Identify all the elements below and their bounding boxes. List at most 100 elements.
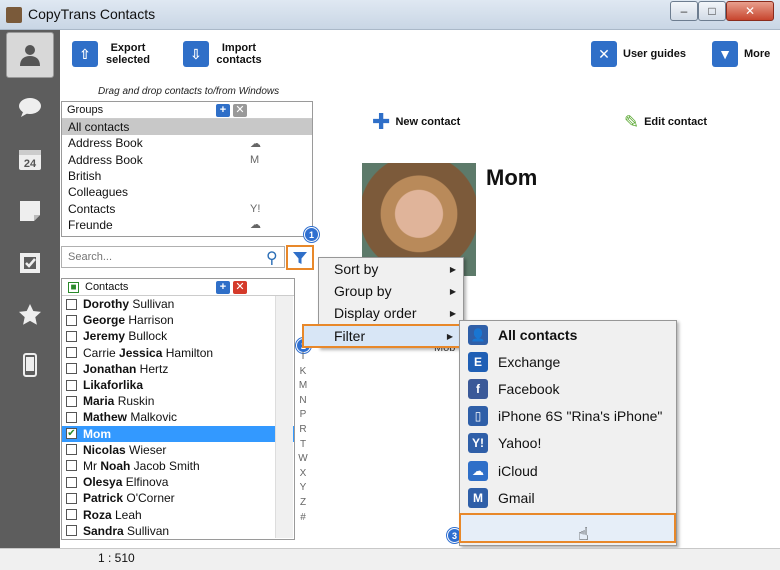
nav-calendar-button[interactable]: 24 (6, 136, 54, 182)
new-contact-button[interactable]: ✚ New contact (372, 111, 460, 133)
alphabet-letter[interactable]: Z (296, 496, 310, 511)
export-label: Export selected (105, 42, 151, 66)
group-item[interactable]: Colleagues (62, 184, 312, 200)
nav-favorites-button[interactable] (6, 292, 54, 338)
group-item[interactable]: All contacts (62, 119, 312, 136)
contact-checkbox[interactable] (66, 347, 77, 359)
filter-item-yahoo[interactable]: Y! Yahoo! (460, 430, 676, 457)
nav-notes-button[interactable] (6, 188, 54, 234)
synology-highlight (459, 513, 676, 543)
nav-contacts-button[interactable] (6, 32, 54, 78)
search-input[interactable] (61, 246, 285, 268)
maximize-button[interactable]: □ (698, 1, 726, 21)
minimize-button[interactable]: – (670, 1, 698, 21)
contact-row[interactable]: Carrie Jessica Hamilton (62, 345, 294, 361)
contact-checkbox[interactable] (66, 525, 77, 537)
contact-checkbox[interactable] (66, 509, 77, 521)
contact-checkbox[interactable] (66, 330, 77, 342)
contact-checkbox[interactable] (66, 411, 77, 423)
close-button[interactable]: ✕ (726, 1, 774, 21)
filter-item-all[interactable]: 👤 All contacts (460, 321, 676, 348)
add-contact-button[interactable]: + (216, 281, 230, 294)
delete-group-button[interactable]: ✕ (233, 104, 247, 117)
alphabet-letter[interactable]: K (296, 365, 310, 380)
device-icon (23, 353, 37, 377)
filter-item-facebook[interactable]: f Facebook (460, 375, 676, 402)
contact-name-text: Jeremy Bullock (83, 329, 168, 344)
contact-row[interactable]: Olesya Elfinova (62, 474, 294, 490)
group-item[interactable]: Address Book ☁ (62, 135, 312, 151)
contact-checkbox[interactable] (66, 476, 77, 488)
contact-checkbox[interactable] (66, 492, 77, 504)
search-icon[interactable]: ⚲ (266, 248, 278, 268)
contact-row[interactable]: Dorothy Sullivan (62, 296, 294, 312)
contact-row[interactable]: Nicolas Wieser (62, 442, 294, 458)
alphabet-letter[interactable]: N (296, 394, 310, 409)
alphabet-letter[interactable]: X (296, 467, 310, 482)
filter-button[interactable] (286, 245, 314, 270)
add-group-button[interactable]: + (216, 104, 230, 117)
contact-name-text: Dorothy Sullivan (83, 297, 175, 312)
contact-checkbox[interactable]: ✔ (66, 428, 77, 440)
contact-name-text: Mathew Malkovic (83, 410, 178, 425)
import-label: Import contacts (216, 42, 262, 66)
contact-row[interactable]: Jonathan Hertz (62, 361, 294, 377)
alphabet-letter[interactable]: Y (296, 481, 310, 496)
group-item[interactable]: Address Book M (62, 152, 312, 168)
group-item[interactable]: Contacts Y! (62, 200, 312, 216)
contact-row[interactable]: Mr Noah Jacob Smith (62, 458, 294, 474)
contact-checkbox[interactable] (66, 379, 77, 391)
delete-contact-button[interactable]: ✕ (233, 281, 247, 294)
menu-item-filter[interactable]: Filter ▶ (302, 324, 462, 348)
contacts-header: ■ Contacts + ✕ (62, 279, 294, 296)
export-selected-button[interactable]: ⇧ Export selected (72, 41, 152, 67)
contact-row[interactable]: Jeremy Bullock (62, 328, 294, 344)
menu-item-group-by[interactable]: Group by ▶ (319, 280, 463, 302)
filter-item-gmail[interactable]: M Gmail (460, 484, 676, 511)
contact-row[interactable]: Maria Ruskin (62, 393, 294, 409)
more-button[interactable]: ▼ More (712, 41, 770, 67)
group-item[interactable]: Freunde ☁ (62, 217, 312, 233)
user-guides-button[interactable]: ✕ User guides (591, 41, 686, 67)
yahoo-icon: Y! (250, 202, 261, 215)
import-contacts-button[interactable]: ⇩ Import contacts (183, 41, 263, 67)
menu-item-label: Display order (334, 305, 417, 321)
contact-row[interactable]: ✔ Mom (62, 425, 294, 442)
contact-name-text: Olesya Elfinova (83, 475, 169, 490)
contact-checkbox[interactable] (66, 395, 77, 407)
contact-row[interactable]: Roza Leah (62, 506, 294, 522)
contact-checkbox[interactable] (66, 298, 77, 310)
group-item[interactable]: British (62, 168, 312, 184)
filter-item-exchange[interactable]: E Exchange (460, 348, 676, 375)
groups-header: Groups + ✕ (62, 102, 312, 119)
contacts-scrollbar[interactable] (275, 296, 293, 538)
contact-row[interactable]: Patrick O'Corner (62, 490, 294, 506)
alphabet-letter[interactable]: W (296, 452, 310, 467)
contact-checkbox[interactable] (66, 460, 77, 472)
alphabet-letter[interactable]: P (296, 408, 310, 423)
menu-item-display-order[interactable]: Display order ▶ (319, 302, 463, 324)
alphabet-letter[interactable]: R (296, 423, 310, 438)
calendar-icon: 24 (19, 150, 41, 170)
group-label: All contacts (68, 120, 130, 135)
contact-checkbox[interactable] (66, 363, 77, 375)
alphabet-letter[interactable]: T (296, 438, 310, 453)
nav-tasks-button[interactable] (6, 240, 54, 286)
contact-row[interactable]: Likaforlika (62, 377, 294, 393)
alphabet-letter[interactable]: # (296, 511, 310, 526)
contact-row[interactable]: Sandra Sullivan (62, 523, 294, 539)
filter-item-icloud[interactable]: ☁ iCloud (460, 457, 676, 484)
select-all-checkbox[interactable]: ■ (68, 281, 79, 293)
filter-item-iphone[interactable]: ▯ iPhone 6S "Rina's iPhone" (460, 403, 676, 430)
contact-row[interactable]: Mathew Malkovic (62, 409, 294, 425)
contact-checkbox[interactable] (66, 444, 77, 456)
nav-device-button[interactable] (6, 342, 54, 388)
menu-item-sort-by[interactable]: Sort by ▶ (319, 258, 463, 280)
alphabet-letter[interactable]: M (296, 379, 310, 394)
edit-contact-button[interactable]: ✎ Edit contact (624, 113, 707, 131)
contact-checkbox[interactable] (66, 314, 77, 326)
alphabet-letter[interactable]: I (296, 350, 310, 365)
yahoo-icon: Y! (468, 433, 488, 454)
contact-row[interactable]: George Harrison (62, 312, 294, 328)
nav-messages-button[interactable] (6, 84, 54, 130)
